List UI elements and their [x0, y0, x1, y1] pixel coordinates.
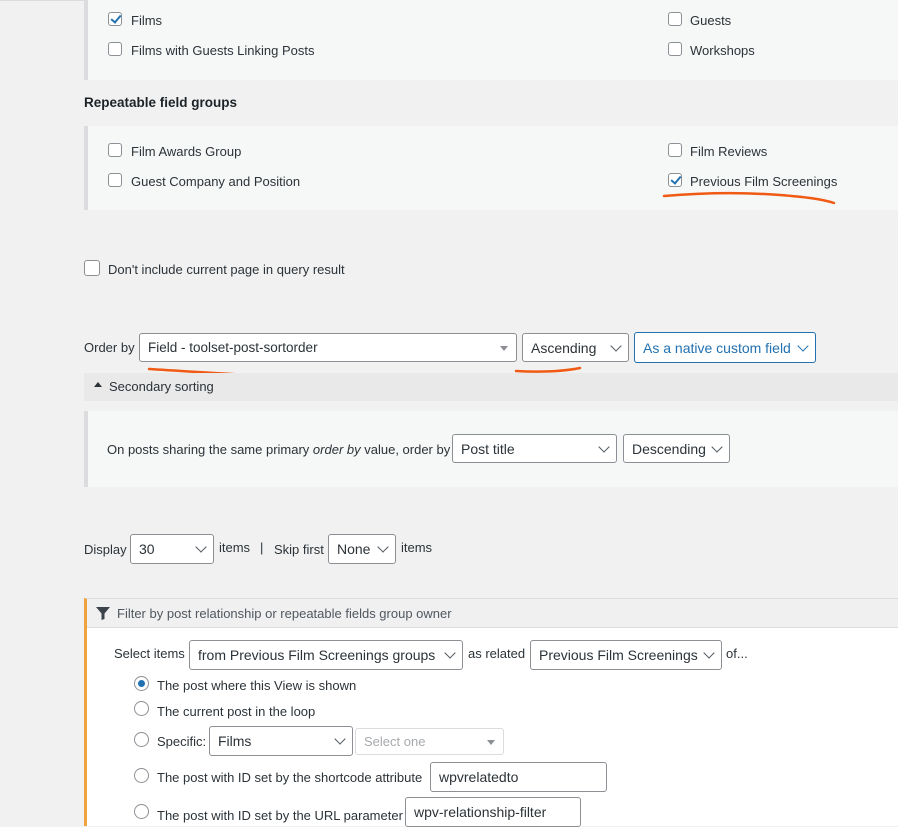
order-field-value: Field - toolset-post-sortorder: [148, 340, 318, 355]
order-field-select[interactable]: Field - toolset-post-sortorder: [139, 333, 517, 362]
relationship-from-value: from Previous Film Screenings groups: [198, 647, 436, 663]
workshops-label: Workshops: [690, 43, 755, 58]
radio-current-loop-post[interactable]: [134, 701, 149, 716]
chevron-down-icon: [598, 440, 610, 453]
secondary-field-value: Post title: [461, 440, 515, 457]
film-awards-group-label: Film Awards Group: [131, 144, 242, 159]
films-checkbox[interactable]: [108, 12, 122, 26]
secondary-sorting-toggle[interactable]: Secondary sorting: [109, 379, 214, 394]
skip-first-select[interactable]: None: [328, 534, 396, 564]
chevron-down-icon: [195, 541, 207, 553]
caret-up-icon: [94, 382, 102, 387]
filter-icon: [96, 607, 110, 620]
rfg-heading: Repeatable field groups: [84, 95, 238, 110]
relationship-related-value: Previous Film Screenings: [539, 647, 698, 663]
url-parameter-value: wpv-relationship-filter: [414, 804, 547, 820]
of-label: of...: [726, 646, 748, 661]
radio-shortcode-attribute-label: The post with ID set by the shortcode at…: [157, 770, 423, 785]
display-count-value: 30: [139, 541, 155, 557]
pagination-separator: |: [260, 540, 264, 555]
radio-current-view-post-label: The post where this View is shown: [157, 678, 357, 693]
specific-post-select[interactable]: Select one: [355, 728, 504, 755]
films-label: Films: [131, 13, 163, 28]
films-with-guests-checkbox[interactable]: [108, 42, 122, 56]
chevron-down-icon: [377, 541, 389, 553]
radio-current-loop-post-label: The current post in the loop: [157, 704, 316, 719]
radio-shortcode-attribute[interactable]: [134, 768, 149, 783]
exclude-current-checkbox[interactable]: [84, 260, 100, 276]
order-by-label: Order by: [84, 340, 135, 355]
skip-first-label: Skip first: [274, 542, 324, 557]
chevron-down-icon: [610, 339, 622, 352]
dropdown-arrow-icon: [500, 345, 508, 351]
chevron-down-icon: [444, 647, 456, 659]
secondary-sorting-text: On posts sharing the same primary order …: [107, 442, 450, 457]
skip-first-value: None: [337, 541, 371, 557]
radio-url-parameter[interactable]: [134, 804, 149, 819]
order-direction-value: Ascending: [531, 339, 597, 356]
secondary-text-pre: On posts sharing the same primary: [107, 442, 313, 457]
order-as-value: As a native custom field: [643, 339, 791, 356]
workshops-checkbox[interactable]: [668, 42, 682, 56]
chevron-down-icon: [334, 733, 346, 745]
film-reviews-label: Film Reviews: [690, 144, 768, 159]
films-with-guests-label: Films with Guests Linking Posts: [131, 43, 315, 58]
url-parameter-input[interactable]: wpv-relationship-filter: [405, 797, 581, 827]
radio-current-view-post[interactable]: [134, 676, 149, 691]
secondary-direction-select[interactable]: Descending: [623, 434, 730, 463]
specific-post-type-select[interactable]: Films: [209, 726, 353, 756]
radio-specific-post-label: Specific:: [157, 734, 207, 749]
chevron-down-icon: [703, 647, 715, 659]
film-awards-group-checkbox[interactable]: [108, 143, 122, 157]
as-related-label: as related: [468, 646, 526, 661]
order-direction-select[interactable]: Ascending: [522, 333, 629, 362]
guests-checkbox[interactable]: [668, 12, 682, 26]
display-label: Display: [84, 542, 127, 557]
relationship-related-select[interactable]: Previous Film Screenings: [530, 640, 722, 670]
previous-film-screenings-checkbox[interactable]: [668, 173, 682, 187]
shortcode-attribute-input[interactable]: wpvrelatedto: [430, 762, 607, 792]
items-label: items: [219, 540, 251, 555]
film-reviews-checkbox[interactable]: [668, 143, 682, 157]
relationship-filter-title: Filter by post relationship or repeatabl…: [117, 606, 452, 621]
post-types-panel: [84, 0, 898, 80]
specific-post-placeholder: Select one: [364, 734, 426, 749]
order-as-select[interactable]: As a native custom field: [634, 332, 816, 363]
exclude-current-label: Don't include current page in query resu…: [108, 262, 345, 277]
guests-label: Guests: [690, 13, 732, 28]
secondary-text-em: order by: [312, 442, 361, 457]
rfg-panel: [84, 126, 898, 210]
display-count-select[interactable]: 30: [130, 534, 214, 564]
select-items-label: Select items: [114, 646, 185, 661]
items-label-2: items: [401, 540, 433, 555]
chevron-down-icon: [711, 440, 723, 453]
previous-film-screenings-label: Previous Film Screenings: [690, 174, 838, 189]
radio-url-parameter-label: The post with ID set by the URL paramete…: [157, 808, 403, 823]
shortcode-attribute-value: wpvrelatedto: [439, 769, 519, 785]
relationship-from-select[interactable]: from Previous Film Screenings groups: [189, 640, 463, 670]
chevron-down-icon: [797, 339, 809, 352]
guest-company-label: Guest Company and Position: [131, 174, 301, 189]
secondary-field-select[interactable]: Post title: [452, 434, 617, 463]
secondary-direction-value: Descending: [632, 440, 706, 457]
guest-company-checkbox[interactable]: [108, 173, 122, 187]
secondary-text-post: value, order by: [360, 442, 451, 457]
specific-post-type-value: Films: [218, 733, 252, 749]
radio-specific-post[interactable]: [134, 732, 149, 747]
dropdown-arrow-icon: [487, 739, 495, 745]
